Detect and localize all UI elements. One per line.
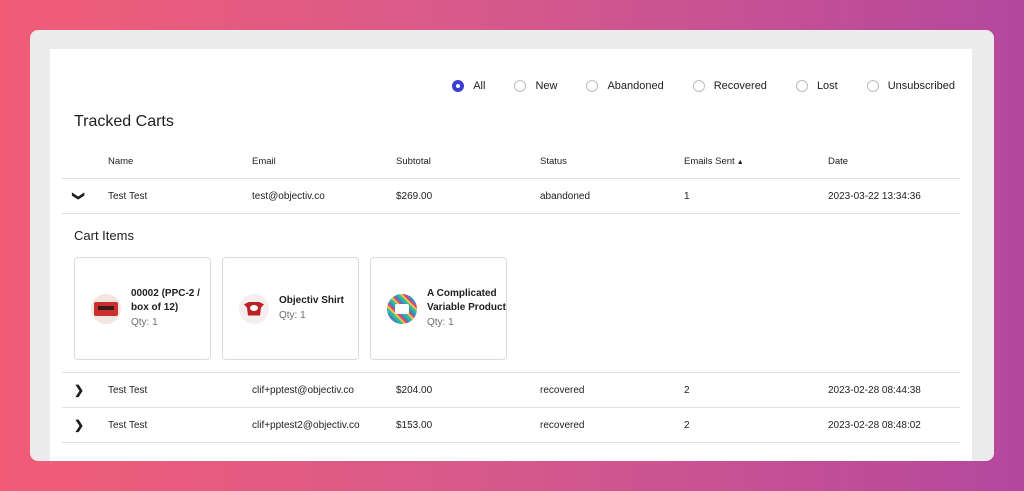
radio-unsubscribed[interactable]	[866, 80, 879, 92]
cell-email: clif+pptest2@objectiv.co	[252, 419, 360, 431]
cart-item-info: Objectiv Shirt Qty: 1	[279, 294, 344, 323]
product-thumbnail	[239, 293, 269, 324]
cell-status: recovered	[540, 384, 585, 396]
row-toggle[interactable]: ❯	[62, 418, 108, 432]
filter-unsubscribed[interactable]: Unsubscribed	[866, 80, 955, 92]
radio-all[interactable]	[452, 80, 465, 92]
row-toggle[interactable]: ❯	[62, 383, 108, 397]
filter-new[interactable]: New	[514, 80, 557, 92]
cart-item-qty: Qty: 1	[279, 309, 306, 321]
product-thumbnail	[91, 293, 121, 324]
cell-email: test@objectiv.co	[252, 190, 325, 202]
cell-subtotal: $269.00	[396, 190, 433, 202]
status-filter-group: All New Abandoned Recovered Lost Unsubsc…	[423, 80, 955, 92]
filter-abandoned[interactable]: Abandoned	[586, 80, 664, 92]
cart-item-card: A Complicated Variable Product Qty: 1	[370, 257, 507, 360]
filter-lost[interactable]: Lost	[795, 80, 838, 92]
cell-email: clif+pptest@objectiv.co	[252, 384, 354, 396]
row-toggle[interactable]: ❯	[62, 189, 108, 203]
sort-ascending-icon: ▲	[736, 159, 744, 166]
column-header-emails-sent[interactable]: Emails Sent ▲	[684, 156, 828, 167]
filter-abandoned-label: Abandoned	[607, 80, 664, 92]
filter-all-label: All	[473, 80, 486, 92]
cart-item-qty: Qty: 1	[427, 316, 454, 328]
cell-date: 2023-02-28 08:48:02	[828, 419, 921, 431]
radio-recovered[interactable]	[692, 80, 705, 92]
cart-item-name: Objectiv Shirt	[279, 295, 345, 306]
cart-item-info: 00002 (PPC-2 / box of 12) Qty: 1	[131, 287, 210, 331]
column-header-date[interactable]: Date	[828, 156, 960, 167]
window-frame: All New Abandoned Recovered Lost Unsubsc…	[30, 30, 994, 461]
cell-subtotal: $153.00	[396, 419, 433, 431]
chevron-right-icon[interactable]: ❯	[74, 383, 84, 397]
cell-emails-sent: 2	[684, 419, 690, 431]
radio-lost[interactable]	[795, 80, 808, 92]
table-row[interactable]: ❯ Test Test clif+pptest@objectiv.co $204…	[62, 373, 960, 408]
cart-items-list: 00002 (PPC-2 / box of 12) Qty: 1 Objecti…	[74, 257, 948, 360]
filter-recovered[interactable]: Recovered	[692, 80, 767, 92]
column-header-status[interactable]: Status	[540, 156, 684, 167]
filter-lost-label: Lost	[816, 80, 838, 92]
cell-emails-sent: 2	[684, 384, 690, 396]
filter-recovered-label: Recovered	[713, 80, 767, 92]
filter-all[interactable]: All	[452, 80, 485, 92]
cell-date: 2023-03-22 13:34:36	[828, 190, 921, 202]
cell-name: Test Test	[108, 384, 148, 396]
cell-date: 2023-02-28 08:44:38	[828, 384, 921, 396]
cart-item-info: A Complicated Variable Product Qty: 1	[427, 287, 506, 331]
cell-status: abandoned	[540, 190, 591, 202]
column-header-name[interactable]: Name	[108, 156, 252, 167]
cart-item-name: A Complicated Variable Product	[427, 287, 506, 314]
chevron-down-icon[interactable]: ❯	[72, 191, 86, 201]
cell-subtotal: $204.00	[396, 384, 433, 396]
cart-item-card: 00002 (PPC-2 / box of 12) Qty: 1	[74, 257, 211, 360]
cell-name: Test Test	[108, 190, 148, 202]
filter-new-label: New	[535, 80, 558, 92]
cart-item-name: 00002 (PPC-2 / box of 12)	[131, 287, 200, 314]
radio-abandoned[interactable]	[586, 80, 599, 92]
radio-new[interactable]	[514, 80, 527, 92]
filter-unsubscribed-label: Unsubscribed	[887, 80, 955, 92]
page-title: Tracked Carts	[74, 113, 174, 130]
column-header-email[interactable]: Email	[252, 156, 396, 167]
cart-items-section: Cart Items 00002 (PPC-2 / box of 12) Qty…	[62, 214, 960, 373]
cart-item-card: Objectiv Shirt Qty: 1	[222, 257, 359, 360]
table-row[interactable]: ❯ Test Test test@objectiv.co $269.00 aba…	[62, 179, 960, 214]
column-header-subtotal[interactable]: Subtotal	[396, 156, 540, 167]
cell-name: Test Test	[108, 419, 148, 431]
cell-status: recovered	[540, 419, 585, 431]
column-header-emails-sent-label: Emails Sent	[684, 156, 735, 167]
tracked-carts-panel: All New Abandoned Recovered Lost Unsubsc…	[50, 49, 972, 461]
cart-items-title: Cart Items	[74, 228, 134, 243]
carts-table: Name Email Subtotal Status Emails Sent ▲ …	[62, 145, 960, 443]
table-row[interactable]: ❯ Test Test clif+pptest2@objectiv.co $15…	[62, 408, 960, 443]
table-header-row: Name Email Subtotal Status Emails Sent ▲ …	[62, 145, 960, 179]
product-thumbnail	[387, 293, 417, 324]
cart-item-qty: Qty: 1	[131, 316, 158, 328]
chevron-right-icon[interactable]: ❯	[74, 418, 84, 432]
cell-emails-sent: 1	[684, 190, 690, 202]
